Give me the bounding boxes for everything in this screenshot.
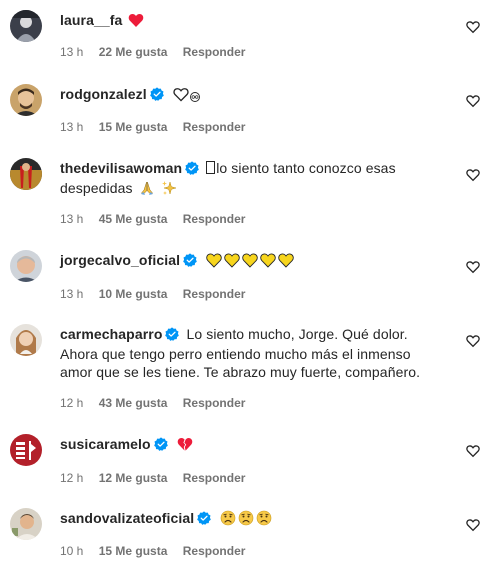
white-heart-icon: [173, 87, 189, 106]
comment-text: jorgecalvo_oficial: [60, 251, 440, 272]
comment-meta: 13 h 10 Me gusta Responder: [60, 287, 257, 301]
timestamp: 13 h: [60, 287, 84, 301]
username[interactable]: laura__fa: [60, 12, 122, 28]
yellow-heart-icon: [242, 253, 258, 272]
timestamp: 10 h: [60, 544, 84, 558]
comment-meta: 12 h 43 Me gusta Responder: [60, 396, 257, 410]
comment-meta: 13 h 22 Me gusta Responder: [60, 45, 257, 59]
comment-meta: 10 h 15 Me gusta Responder: [60, 544, 257, 558]
reply-button[interactable]: Responder: [183, 287, 246, 301]
likes-count[interactable]: 12 Me gusta: [99, 471, 168, 485]
comment-text: thedevilisawoman lo siento tanto conozco…: [60, 159, 440, 200]
timestamp: 12 h: [60, 471, 84, 485]
timestamp: 13 h: [60, 212, 84, 226]
reply-button[interactable]: Responder: [183, 212, 246, 226]
yellow-heart-icon: [206, 253, 222, 272]
like-heart-icon[interactable]: [466, 168, 480, 182]
sparkles-icon: [161, 180, 177, 200]
avatar[interactable]: [10, 10, 42, 42]
comment-text: susicaramelo: [60, 435, 440, 456]
username[interactable]: susicaramelo: [60, 436, 151, 452]
timestamp: 12 h: [60, 396, 84, 410]
verified-badge-icon: [149, 87, 164, 105]
likes-count[interactable]: 15 Me gusta: [99, 544, 168, 558]
sad-face-icon: [256, 510, 272, 530]
broken-heart-icon: [177, 437, 193, 456]
avatar[interactable]: [10, 158, 42, 190]
verified-badge-icon: [153, 437, 168, 455]
red-heart-icon: [128, 13, 144, 32]
reply-button[interactable]: Responder: [183, 471, 246, 485]
sad-face-icon: [220, 510, 236, 530]
reply-button[interactable]: Responder: [183, 120, 246, 134]
reply-button[interactable]: Responder: [183, 396, 246, 410]
like-heart-icon[interactable]: [466, 260, 480, 274]
comment-text: rodgonzalezl: [60, 85, 440, 106]
comments-list: laura__fa 13 h 22 Me gusta Responder rod…: [0, 0, 489, 580]
avatar[interactable]: [10, 508, 42, 540]
like-heart-icon[interactable]: [466, 20, 480, 34]
likes-count[interactable]: 43 Me gusta: [99, 396, 168, 410]
verified-badge-icon: [165, 327, 180, 345]
folded-hands-icon: [139, 180, 155, 200]
timestamp: 13 h: [60, 120, 84, 134]
likes-count[interactable]: 15 Me gusta: [99, 120, 168, 134]
like-heart-icon[interactable]: [466, 334, 480, 348]
verified-badge-icon: [197, 511, 212, 529]
infinity-icon: [189, 88, 201, 106]
comment-text: carmechaparro Lo siento mucho, Jorge. Qu…: [60, 325, 440, 381]
like-heart-icon[interactable]: [466, 518, 480, 532]
avatar[interactable]: [10, 434, 42, 466]
avatar[interactable]: [10, 250, 42, 282]
yellow-heart-icon: [224, 253, 240, 272]
username[interactable]: rodgonzalezl: [60, 86, 147, 102]
yellow-heart-icon: [260, 253, 276, 272]
username[interactable]: sandovalizateoficial: [60, 510, 194, 526]
verified-badge-icon: [185, 161, 200, 179]
likes-count[interactable]: 10 Me gusta: [99, 287, 168, 301]
reply-button[interactable]: Responder: [183, 45, 246, 59]
avatar[interactable]: [10, 84, 42, 116]
username[interactable]: jorgecalvo_oficial: [60, 252, 180, 268]
username[interactable]: thedevilisawoman: [60, 160, 182, 176]
verified-badge-icon: [183, 253, 197, 271]
comment-meta: 12 h 12 Me gusta Responder: [60, 471, 257, 485]
comment-meta: 13 h 45 Me gusta Responder: [60, 212, 257, 226]
likes-count[interactable]: 45 Me gusta: [99, 212, 168, 226]
comment-meta: 13 h 15 Me gusta Responder: [60, 120, 257, 134]
like-heart-icon[interactable]: [466, 94, 480, 108]
reply-button[interactable]: Responder: [183, 544, 246, 558]
yellow-heart-icon: [278, 253, 294, 272]
missing-glyph-icon: [206, 161, 216, 174]
comment-text: laura__fa: [60, 11, 440, 32]
like-heart-icon[interactable]: [466, 444, 480, 458]
timestamp: 13 h: [60, 45, 84, 59]
username[interactable]: carmechaparro: [60, 326, 162, 342]
sad-face-icon: [238, 510, 254, 530]
comment-text: sandovalizateoficial: [60, 509, 440, 530]
likes-count[interactable]: 22 Me gusta: [99, 45, 168, 59]
avatar[interactable]: [10, 324, 42, 356]
